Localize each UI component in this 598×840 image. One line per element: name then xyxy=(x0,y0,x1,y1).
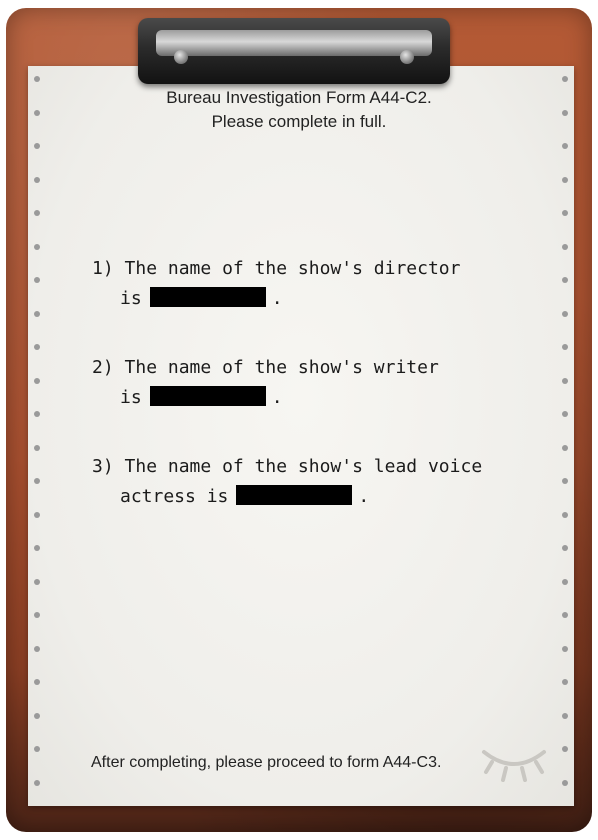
question-3: 3) The name of the show's lead voice act… xyxy=(92,452,482,512)
perforation-hole xyxy=(34,243,40,250)
perforation-hole xyxy=(562,344,568,350)
perforation-hole xyxy=(562,746,568,752)
perforation-hole xyxy=(562,578,568,585)
question-text: The name of the show's lead voice xyxy=(124,456,483,477)
perforation-hole xyxy=(34,411,40,417)
form-instruction: Please complete in full. xyxy=(211,112,387,131)
perforation-hole xyxy=(34,746,40,752)
question-number: 3) xyxy=(92,456,114,477)
right-perforation xyxy=(556,66,574,806)
perforation-hole xyxy=(34,210,40,216)
question-number: 2) xyxy=(92,357,114,378)
perforation-hole xyxy=(34,545,40,551)
perforation-hole xyxy=(34,612,40,618)
perforation-hole xyxy=(562,511,568,518)
perforation-hole xyxy=(34,645,40,652)
perforation-hole xyxy=(562,779,568,786)
perforation-hole xyxy=(34,779,40,786)
question-2: 2) The name of the show's writer is. xyxy=(92,353,439,413)
question-text: The name of the show's director xyxy=(124,258,461,279)
perforation-hole xyxy=(562,612,568,618)
question-punctuation: . xyxy=(271,387,283,408)
perforation-hole xyxy=(562,176,568,183)
perforation-hole xyxy=(34,344,40,350)
question-text: is xyxy=(120,288,142,309)
perforation-hole xyxy=(34,578,40,585)
perforation-hole xyxy=(34,143,40,149)
perforation-hole xyxy=(562,277,568,283)
perforation-hole xyxy=(562,679,568,685)
clip-rivet-right xyxy=(400,50,414,64)
perforation-hole xyxy=(562,712,568,719)
question-text: actress is xyxy=(120,486,229,507)
perforation-hole xyxy=(562,377,568,384)
perforation-hole xyxy=(34,310,40,317)
form-title: Bureau Investigation Form A44-C2. xyxy=(166,88,432,107)
footer-instruction: After completing, please proceed to form… xyxy=(91,754,442,771)
redacted-answer-field[interactable] xyxy=(149,386,266,406)
perforation-hole xyxy=(562,210,568,216)
perforation-hole xyxy=(562,478,568,484)
perforation-hole xyxy=(34,478,40,484)
question-text: is xyxy=(120,387,142,408)
question-number: 1) xyxy=(92,258,114,279)
perforation-hole xyxy=(34,377,40,384)
perforation-hole xyxy=(562,310,568,317)
closed-eye-icon xyxy=(482,750,546,782)
form-paper xyxy=(28,66,574,806)
question-punctuation: . xyxy=(358,486,370,507)
clipboard-clip-icon xyxy=(138,18,450,84)
perforation-hole xyxy=(34,176,40,183)
question-1: 1) The name of the show's director is. xyxy=(92,254,460,314)
perforation-hole xyxy=(562,444,568,451)
clip-plate xyxy=(156,30,432,56)
perforation-hole xyxy=(562,645,568,652)
perforation-hole xyxy=(34,277,40,283)
question-punctuation: . xyxy=(271,288,283,309)
clip-rivet-left xyxy=(174,50,188,64)
question-text: The name of the show's writer xyxy=(124,357,439,378)
perforation-hole xyxy=(562,243,568,250)
perforation-hole xyxy=(34,511,40,518)
perforation-hole xyxy=(34,444,40,451)
perforation-hole xyxy=(34,76,40,82)
redacted-answer-field[interactable] xyxy=(149,287,266,307)
perforation-hole xyxy=(562,411,568,417)
perforation-hole xyxy=(562,76,568,82)
perforation-hole xyxy=(562,545,568,551)
perforation-hole xyxy=(562,143,568,149)
left-perforation xyxy=(28,66,46,806)
perforation-hole xyxy=(34,712,40,719)
perforation-hole xyxy=(34,679,40,685)
redacted-answer-field[interactable] xyxy=(236,485,353,505)
